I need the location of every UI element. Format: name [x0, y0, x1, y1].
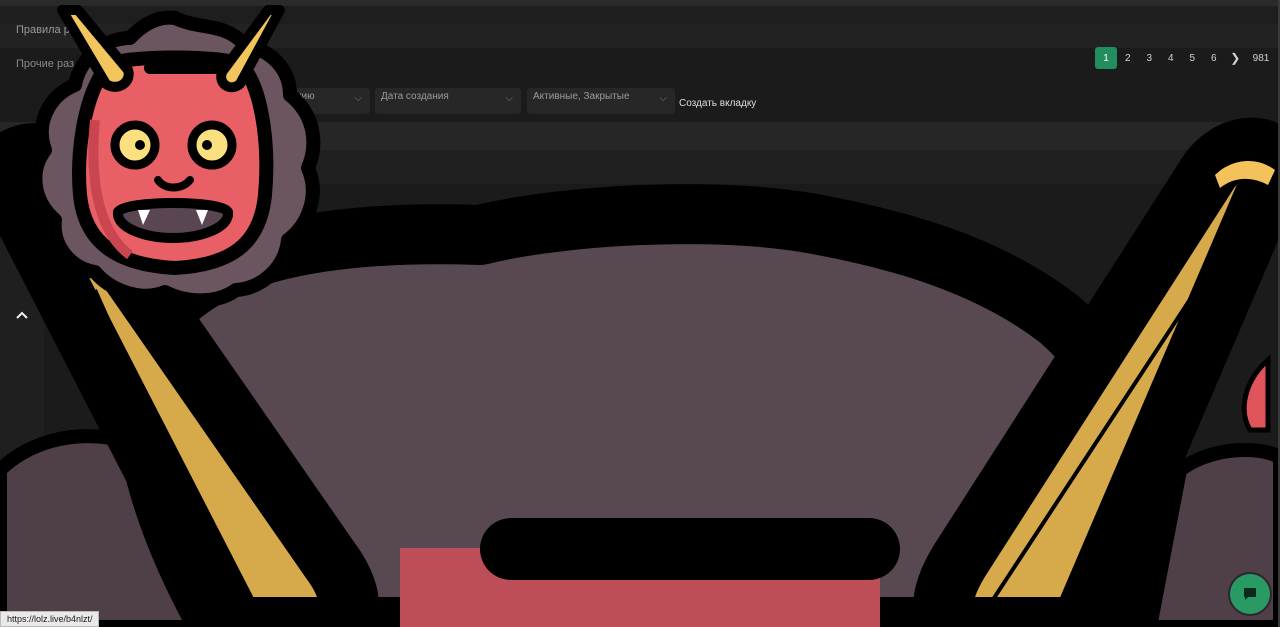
- chevron-up-icon: [16, 311, 28, 319]
- chat-bubble-icon: [1244, 588, 1256, 600]
- oni-demon-mask-sticker: [0, 5, 1280, 627]
- chat-button[interactable]: [1230, 574, 1270, 614]
- scroll-to-top-button[interactable]: [10, 303, 34, 327]
- status-bar-url: https://lolz.live/b4nlzt/: [0, 611, 99, 627]
